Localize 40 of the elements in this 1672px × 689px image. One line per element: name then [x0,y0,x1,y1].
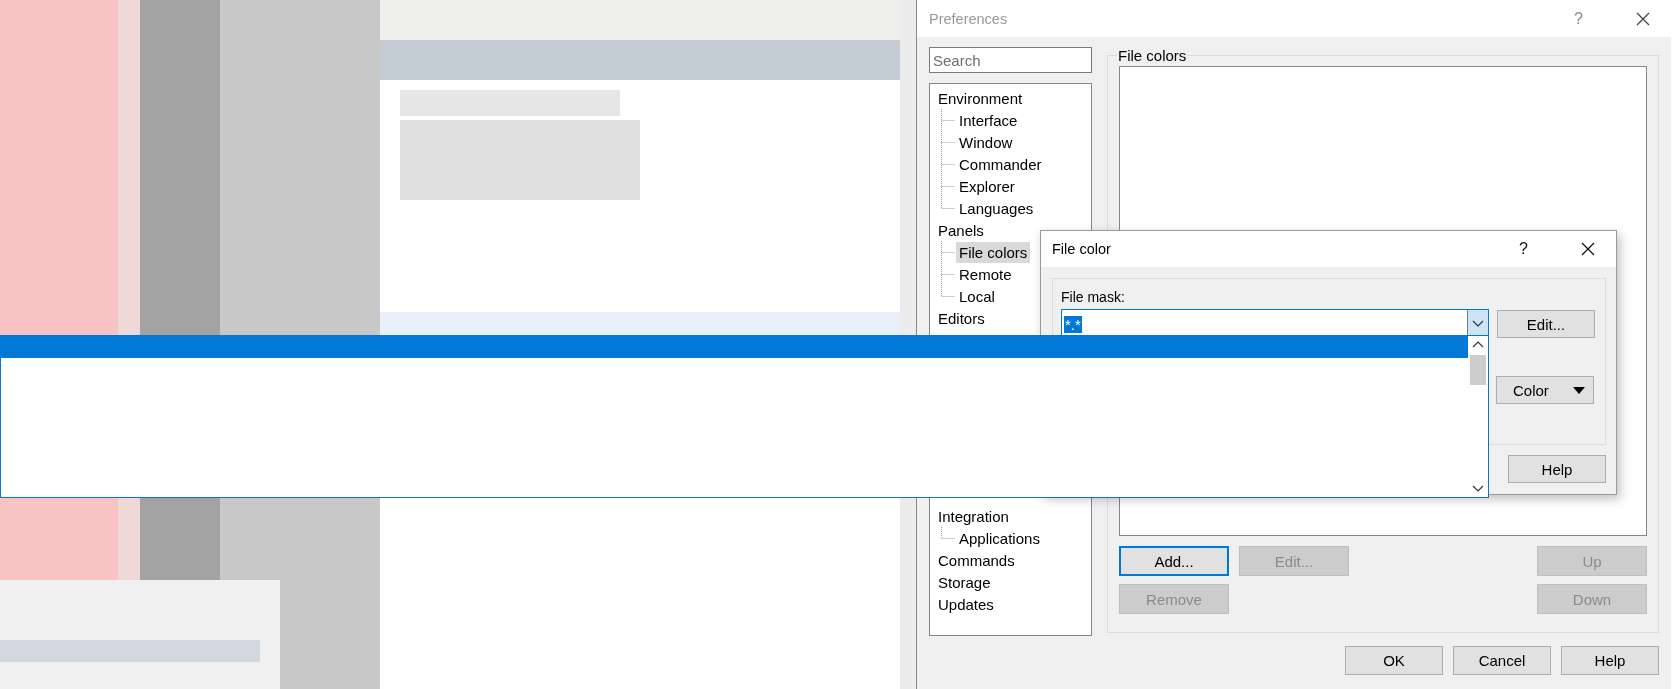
caret-icon [1573,386,1585,394]
tree-item[interactable]: Commands [935,549,1018,571]
tree-item[interactable]: Storage [935,571,994,593]
window-title: Preferences [928,10,1008,27]
color-button[interactable]: Color [1496,376,1594,404]
tree-item[interactable]: File colors [956,241,1031,263]
tree-item[interactable]: Languages [956,197,1037,219]
tree-connector [941,241,955,263]
close-icon[interactable] [1635,10,1651,27]
tree-item[interactable]: Environment [935,87,1026,109]
button[interactable]: Help [1508,455,1606,483]
button[interactable]: OK [1345,646,1443,675]
tree-connector [941,153,955,175]
tree-item[interactable]: Commander [956,153,1045,175]
button[interactable]: Add... [1119,546,1229,576]
button[interactable]: Cancel [1453,646,1551,675]
tree-item[interactable]: Remote [956,263,1015,285]
button[interactable]: Help [1561,646,1659,675]
tree-item[interactable]: Updates [935,593,997,615]
tree-item[interactable]: Panels [935,219,987,241]
tree-connector [941,527,955,539]
tree-connector [941,109,955,131]
tree-item[interactable]: Local [956,285,998,307]
tree-item[interactable]: Interface [956,109,1021,131]
tree-connector [941,131,955,153]
edit-button[interactable]: Edit... [1497,310,1595,338]
field-label: File mask: [1061,289,1126,307]
help-button[interactable]: ? [1519,240,1528,258]
tree-item[interactable]: Editors [935,307,988,329]
chevron-down-icon[interactable] [1472,320,1484,328]
tree-item[interactable]: Window [956,131,1016,153]
group-title: File colors [1117,47,1188,64]
close-icon[interactable] [1580,241,1596,257]
scrollbar-thumb[interactable] [1470,355,1486,385]
tree-item[interactable]: Applications [956,527,1043,549]
search-field[interactable]: Search [929,47,1092,73]
tree-item[interactable]: Explorer [956,175,1018,197]
tree-item[interactable]: Integration [935,505,1012,527]
dialog-title: File color [1051,241,1111,257]
help-button[interactable]: ? [1574,9,1583,28]
